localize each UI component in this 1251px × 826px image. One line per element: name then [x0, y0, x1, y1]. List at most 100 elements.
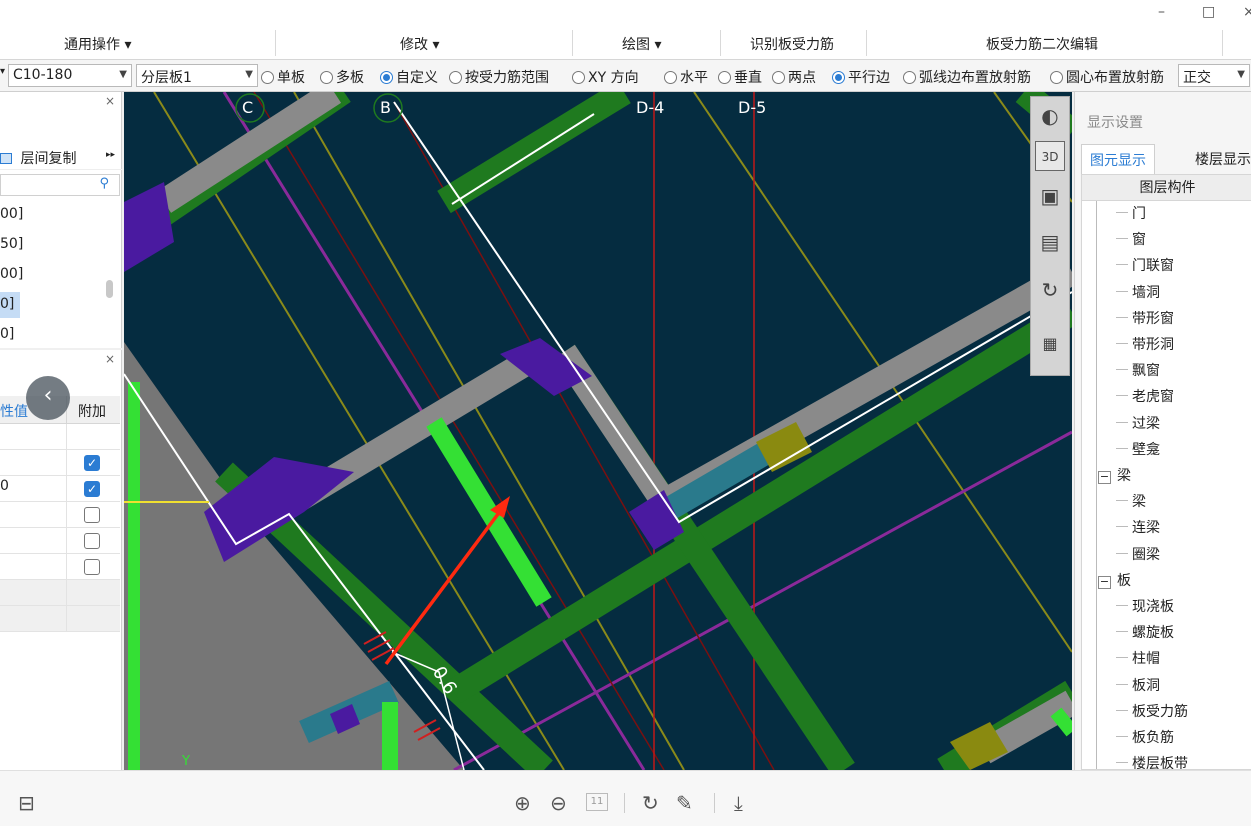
collapse-icon[interactable]: −	[1098, 471, 1111, 484]
tree-item[interactable]: 老虎窗	[1116, 386, 1174, 406]
tree-item-label: 板负筋	[1132, 730, 1174, 746]
collapse-arrow-icon[interactable]: ‹	[26, 376, 70, 420]
maximize-icon[interactable]: □	[1202, 4, 1215, 20]
close-icon[interactable]: ×	[105, 352, 115, 366]
radio-unchecked-icon	[261, 71, 274, 84]
tab-rebar-edit[interactable]: 板受力筋二次编辑	[986, 34, 1098, 54]
collapse-icon[interactable]: −	[1098, 575, 1111, 589]
grid-view-icon[interactable]: ▦	[1035, 329, 1065, 359]
mode-select[interactable]: 正交 ▼	[1178, 64, 1250, 87]
list-item[interactable]: 50]	[0, 236, 23, 252]
tab-identify-rebar[interactable]: 识别板受力筋	[750, 34, 834, 54]
minimize-icon[interactable]: –	[1158, 4, 1165, 20]
tree-item[interactable]: 带形窗	[1116, 308, 1174, 328]
property-value[interactable]: 0	[0, 478, 9, 494]
tree-item[interactable]: 现浇板	[1116, 596, 1174, 616]
drawing-canvas[interactable]: C B D-4 D-5 0.6 Y	[124, 92, 1072, 770]
radio-checked-icon	[380, 71, 393, 84]
scrollbar-thumb[interactable]	[106, 280, 113, 298]
radio-option[interactable]: 平行边	[832, 67, 890, 87]
mode-select-value: 正交	[1183, 70, 1211, 86]
cube-icon[interactable]: ▤	[1035, 227, 1065, 257]
radio-unchecked-icon	[772, 71, 785, 84]
orbit-icon[interactable]: ◐	[1035, 101, 1065, 131]
tree-item[interactable]: 过梁	[1116, 413, 1160, 433]
tab-modify[interactable]: 修改 ▾	[400, 34, 439, 54]
tree-item[interactable]: 板负筋	[1116, 727, 1174, 747]
download-icon[interactable]: ⤓	[734, 791, 743, 815]
layer-select[interactable]: 分层板1 ▼	[136, 64, 258, 87]
pencil-icon[interactable]: ✎	[676, 791, 693, 815]
tree-item[interactable]: 螺旋板	[1116, 622, 1174, 642]
tree-item[interactable]: 墙洞	[1116, 282, 1160, 302]
tab-common-ops[interactable]: 通用操作 ▾	[64, 34, 131, 54]
zoom-out-icon[interactable]: ⊖	[550, 791, 567, 815]
tree-item[interactable]: 连梁	[1116, 517, 1160, 537]
tree-item-label: 板	[1117, 572, 1131, 589]
floor-copy-button[interactable]: 层间复制	[20, 151, 76, 167]
tree-item-label: 螺旋板	[1132, 625, 1174, 642]
checkbox-checked[interactable]: ✓	[84, 481, 100, 497]
tree-item-label: 窗	[1132, 232, 1146, 249]
tree-item[interactable]: 板受力筋	[1116, 701, 1188, 721]
radio-option[interactable]: XY 方向	[572, 67, 639, 87]
radio-option[interactable]: 水平	[664, 67, 708, 87]
tree-item[interactable]: 板洞	[1116, 675, 1160, 695]
tree-item[interactable]: 圈梁	[1116, 544, 1160, 564]
more-icon[interactable]: ▸▸	[106, 150, 115, 160]
radio-option[interactable]: 自定义	[380, 67, 438, 87]
checkbox-unchecked[interactable]	[84, 559, 100, 575]
tree-item[interactable]: 门	[1116, 203, 1146, 223]
radio-option[interactable]: 多板	[320, 67, 364, 87]
list-item[interactable]: 00]	[0, 206, 23, 222]
layout-icon[interactable]: ⊟	[18, 791, 35, 815]
page-number[interactable]: 11	[586, 793, 608, 811]
tree-item[interactable]: 窗	[1116, 229, 1146, 249]
option-toolbar: ▾ C10-180 ▼ 分层板1 ▼ 单板 多板 自定义 按受力筋范围 XY 方向 水平 垂…	[0, 60, 1251, 92]
tree-item[interactable]: 飘窗	[1116, 360, 1160, 380]
view-3d-icon[interactable]: 3D	[1035, 141, 1065, 171]
close-icon[interactable]: ×	[105, 94, 115, 108]
ribbon-bar: 通用操作 ▾ 修改 ▾ 绘图 ▾ 识别板受力筋 板受力筋二次编辑	[0, 28, 1251, 60]
tree-item[interactable]: 楼层板带	[1116, 753, 1188, 769]
radio-option[interactable]: 按受力筋范围	[449, 67, 549, 87]
close-icon[interactable]: ×	[1243, 4, 1251, 20]
tree-group[interactable]: − 梁	[1098, 465, 1131, 485]
rotate-icon[interactable]: ↻	[642, 791, 659, 815]
tab-element-display[interactable]: 图元显示	[1081, 144, 1155, 174]
tree-item[interactable]: 壁龛	[1116, 439, 1160, 459]
checkbox-unchecked[interactable]	[84, 507, 100, 523]
list-item-selected[interactable]: 0]	[0, 292, 20, 318]
tree-item[interactable]: 门联窗	[1116, 255, 1174, 275]
component-list-panel: × 层间复制 ▸▸ ⚲ 00] 50] 00] 0] 0]	[0, 92, 122, 348]
radio-option[interactable]: 圆心布置放射筋	[1050, 67, 1164, 87]
list-item[interactable]: 0]	[0, 326, 14, 342]
rotate-icon[interactable]: ↻	[1035, 275, 1065, 305]
radio-option[interactable]: 单板	[261, 67, 305, 87]
view-toolbar: ◐ 3D ▣ ▤ ↻ ▦	[1030, 96, 1070, 376]
tree-item[interactable]: 柱帽	[1116, 648, 1160, 668]
checkbox-checked[interactable]: ✓	[84, 455, 100, 471]
list-item[interactable]: 00]	[0, 266, 23, 282]
rebar-select[interactable]: C10-180 ▼	[8, 64, 132, 87]
search-input[interactable]: ⚲	[0, 174, 120, 196]
tree-group[interactable]: − 板	[1098, 570, 1131, 590]
tree-item[interactable]: 带形洞	[1116, 334, 1174, 354]
tree-item-label: 过梁	[1132, 415, 1160, 432]
tab-floor-display[interactable]: 楼层显示	[1187, 144, 1251, 174]
chevron-down-icon[interactable]: ▾	[0, 66, 5, 77]
tree-item[interactable]: 梁	[1116, 491, 1146, 511]
checkbox-unchecked[interactable]	[84, 533, 100, 549]
radio-option[interactable]: 垂直	[718, 67, 762, 87]
radio-option[interactable]: 两点	[772, 67, 816, 87]
radio-option[interactable]: 弧线边布置放射筋	[903, 67, 1031, 87]
radio-label: 两点	[788, 70, 816, 86]
tab-draw[interactable]: 绘图 ▾	[622, 34, 661, 54]
box-view-icon[interactable]: ▣	[1035, 181, 1065, 211]
radio-unchecked-icon	[664, 71, 677, 84]
tree-item-label: 门联窗	[1132, 258, 1174, 275]
tree-header: 图层构件	[1082, 175, 1251, 201]
property-row	[0, 424, 120, 450]
layer-tree: 图层构件 门窗门联窗 墙洞 带形窗 带形洞 飘窗 老虎窗 过梁 壁龛 − 梁梁连梁 圈梁 − 板现浇板螺…	[1081, 174, 1251, 770]
zoom-in-icon[interactable]: ⊕	[514, 791, 531, 815]
